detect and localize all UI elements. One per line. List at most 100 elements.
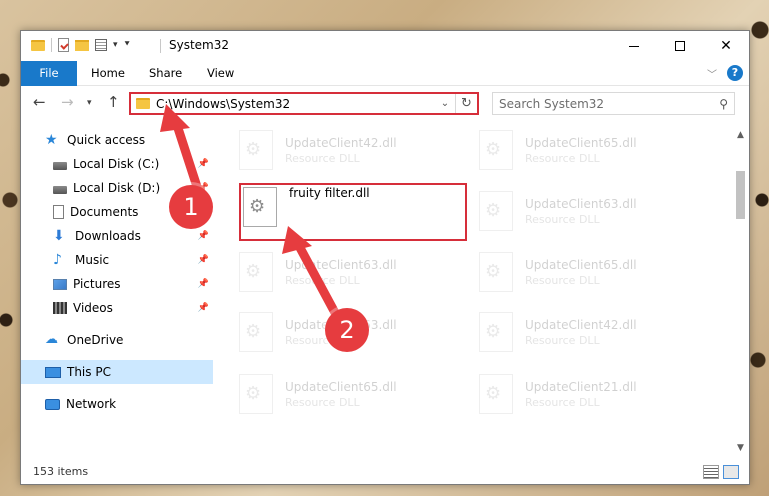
refresh-icon[interactable]: ↻ xyxy=(455,94,477,113)
minimize-button[interactable] xyxy=(611,31,657,61)
file-type: Resource DLL xyxy=(525,212,600,226)
file-list: UpdateClient42.dll Resource DLL UpdateCl… xyxy=(229,127,729,457)
onedrive-icon: ☁ xyxy=(45,332,58,347)
dll-file-icon xyxy=(239,130,273,170)
scroll-up-icon[interactable]: ▲ xyxy=(732,127,749,144)
address-bar[interactable]: C:\Windows\System32 ⌄ ↻ xyxy=(129,92,479,115)
navigation-pane: ★ Quick access Local Disk (C:) 📌 Local D… xyxy=(21,127,213,457)
pin-icon: 📌 xyxy=(197,159,209,169)
maximize-button[interactable] xyxy=(657,31,703,61)
navigation-bar: ← → ▾ ↑ C:\Windows\System32 ⌄ ↻ Search S… xyxy=(21,87,749,119)
sidebar-item-label: Videos xyxy=(73,301,113,315)
pin-icon: 📌 xyxy=(197,303,209,313)
dll-file-icon xyxy=(239,252,273,292)
pin-icon: 📌 xyxy=(197,279,209,289)
network-icon xyxy=(45,398,60,410)
disk-icon xyxy=(53,186,67,194)
folder-icon xyxy=(136,98,150,109)
pictures-icon xyxy=(53,278,67,290)
disk-icon xyxy=(53,162,67,170)
step-2-badge: 2 xyxy=(325,308,369,352)
window-title: System32 xyxy=(160,38,229,53)
up-arrow-icon[interactable]: ↑ xyxy=(107,93,120,111)
sidebar-item-videos[interactable]: Videos 📌 xyxy=(21,296,213,320)
address-path[interactable]: C:\Windows\System32 xyxy=(156,97,435,111)
dll-file-icon xyxy=(479,374,513,414)
dll-file-icon xyxy=(239,312,273,352)
scroll-down-icon[interactable]: ▼ xyxy=(732,440,749,457)
file-name: UpdateClient65.dll xyxy=(525,257,637,272)
search-placeholder[interactable]: Search System32 xyxy=(499,97,719,111)
sidebar-item-label: Music xyxy=(75,253,110,267)
close-button[interactable]: ✕ xyxy=(703,31,749,61)
scrollbar-thumb[interactable] xyxy=(736,171,745,219)
qat-dropdown-icon[interactable]: ⯆ xyxy=(124,40,131,50)
file-explorer-window: ▾ ⯆ System32 ✕ File Home Share View ﹀ ? … xyxy=(20,30,750,485)
file-item[interactable]: UpdateClient65.dll Resource DLL xyxy=(479,245,709,299)
file-name: UpdateClient65.dll xyxy=(525,135,637,150)
sidebar-item-this-pc[interactable]: This PC xyxy=(21,360,213,384)
file-item[interactable]: UpdateClient63.dll Resource DLL xyxy=(479,184,709,238)
tab-view[interactable]: View xyxy=(193,61,248,86)
file-name: UpdateClient63.dll xyxy=(525,196,637,211)
sidebar-item-quick-access[interactable]: ★ Quick access xyxy=(21,128,213,152)
sidebar-item-label: OneDrive xyxy=(67,333,124,347)
help-icon[interactable]: ? xyxy=(727,65,743,81)
dll-file-icon xyxy=(479,130,513,170)
back-arrow-icon[interactable]: ← xyxy=(33,93,46,111)
recent-locations-icon[interactable]: ▾ xyxy=(87,98,92,108)
maximize-icon xyxy=(675,41,685,51)
sidebar-item-pictures[interactable]: Pictures 📌 xyxy=(21,272,213,296)
tab-share[interactable]: Share xyxy=(135,61,196,86)
sidebar-item-label: Local Disk (C:) xyxy=(73,157,160,171)
videos-icon xyxy=(53,302,67,314)
tab-home[interactable]: Home xyxy=(77,61,139,86)
file-highlight-box xyxy=(239,183,467,241)
file-item[interactable]: UpdateClient42.dll Resource DLL xyxy=(239,123,469,177)
large-icons-view-icon[interactable] xyxy=(723,465,739,479)
properties-icon[interactable] xyxy=(58,38,69,52)
sidebar-item-music[interactable]: ♪ Music 📌 xyxy=(21,248,213,272)
expand-ribbon-icon[interactable]: ﹀ xyxy=(707,66,717,81)
file-item[interactable]: UpdateClient63.dll Resource DLL xyxy=(239,245,469,299)
file-item[interactable]: UpdateClient42.dll Resource DLL xyxy=(479,305,709,359)
file-name: UpdateClient63.dll xyxy=(285,257,397,272)
sidebar-item-label: Pictures xyxy=(73,277,121,291)
search-input[interactable]: Search System32 ⚲ xyxy=(492,92,735,115)
this-pc-icon xyxy=(45,366,61,378)
file-type: Resource DLL xyxy=(525,151,600,165)
details-view-icon[interactable] xyxy=(703,465,719,479)
star-icon: ★ xyxy=(45,132,58,148)
file-type: Resource DLL xyxy=(525,333,600,347)
file-name: UpdateClient42.dll xyxy=(525,317,637,332)
close-icon: ✕ xyxy=(720,38,732,54)
folder-icon xyxy=(31,39,45,51)
status-bar: 153 items xyxy=(21,460,749,484)
sidebar-item-onedrive[interactable]: ☁ OneDrive xyxy=(21,328,213,352)
file-type: Resource DLL xyxy=(285,273,360,287)
file-item[interactable]: UpdateClient65.dll Resource DLL xyxy=(479,123,709,177)
sidebar-item-label: Downloads xyxy=(75,229,141,243)
file-item[interactable]: UpdateClient21.dll Resource DLL xyxy=(479,367,709,421)
chevron-down-icon[interactable]: ⌄ xyxy=(435,98,455,109)
chevron-down-icon[interactable]: ▾ xyxy=(113,40,118,50)
file-item[interactable]: UpdateClient65.dll Resource DLL xyxy=(239,367,469,421)
divider xyxy=(51,38,52,52)
sidebar-item-label: Local Disk (D:) xyxy=(73,181,161,195)
new-folder-icon[interactable] xyxy=(75,39,89,51)
file-type: Resource DLL xyxy=(525,273,600,287)
ribbon: File Home Share View ﹀ ? xyxy=(21,61,749,86)
sidebar-item-label: Network xyxy=(66,397,117,411)
sidebar-item-local-disk-c[interactable]: Local Disk (C:) 📌 xyxy=(21,152,213,176)
tab-file[interactable]: File xyxy=(21,61,77,86)
customize-icon[interactable] xyxy=(95,39,107,51)
file-type: Resource DLL xyxy=(285,395,360,409)
search-icon[interactable]: ⚲ xyxy=(719,97,728,111)
vertical-scrollbar[interactable]: ▲ ▼ xyxy=(732,127,749,457)
dll-file-icon xyxy=(479,252,513,292)
forward-arrow-icon[interactable]: → xyxy=(61,93,74,111)
file-name: UpdateClient21.dll xyxy=(525,379,637,394)
sidebar-item-network[interactable]: Network xyxy=(21,392,213,416)
dll-file-icon xyxy=(239,374,273,414)
sidebar-item-label: This PC xyxy=(67,365,111,379)
